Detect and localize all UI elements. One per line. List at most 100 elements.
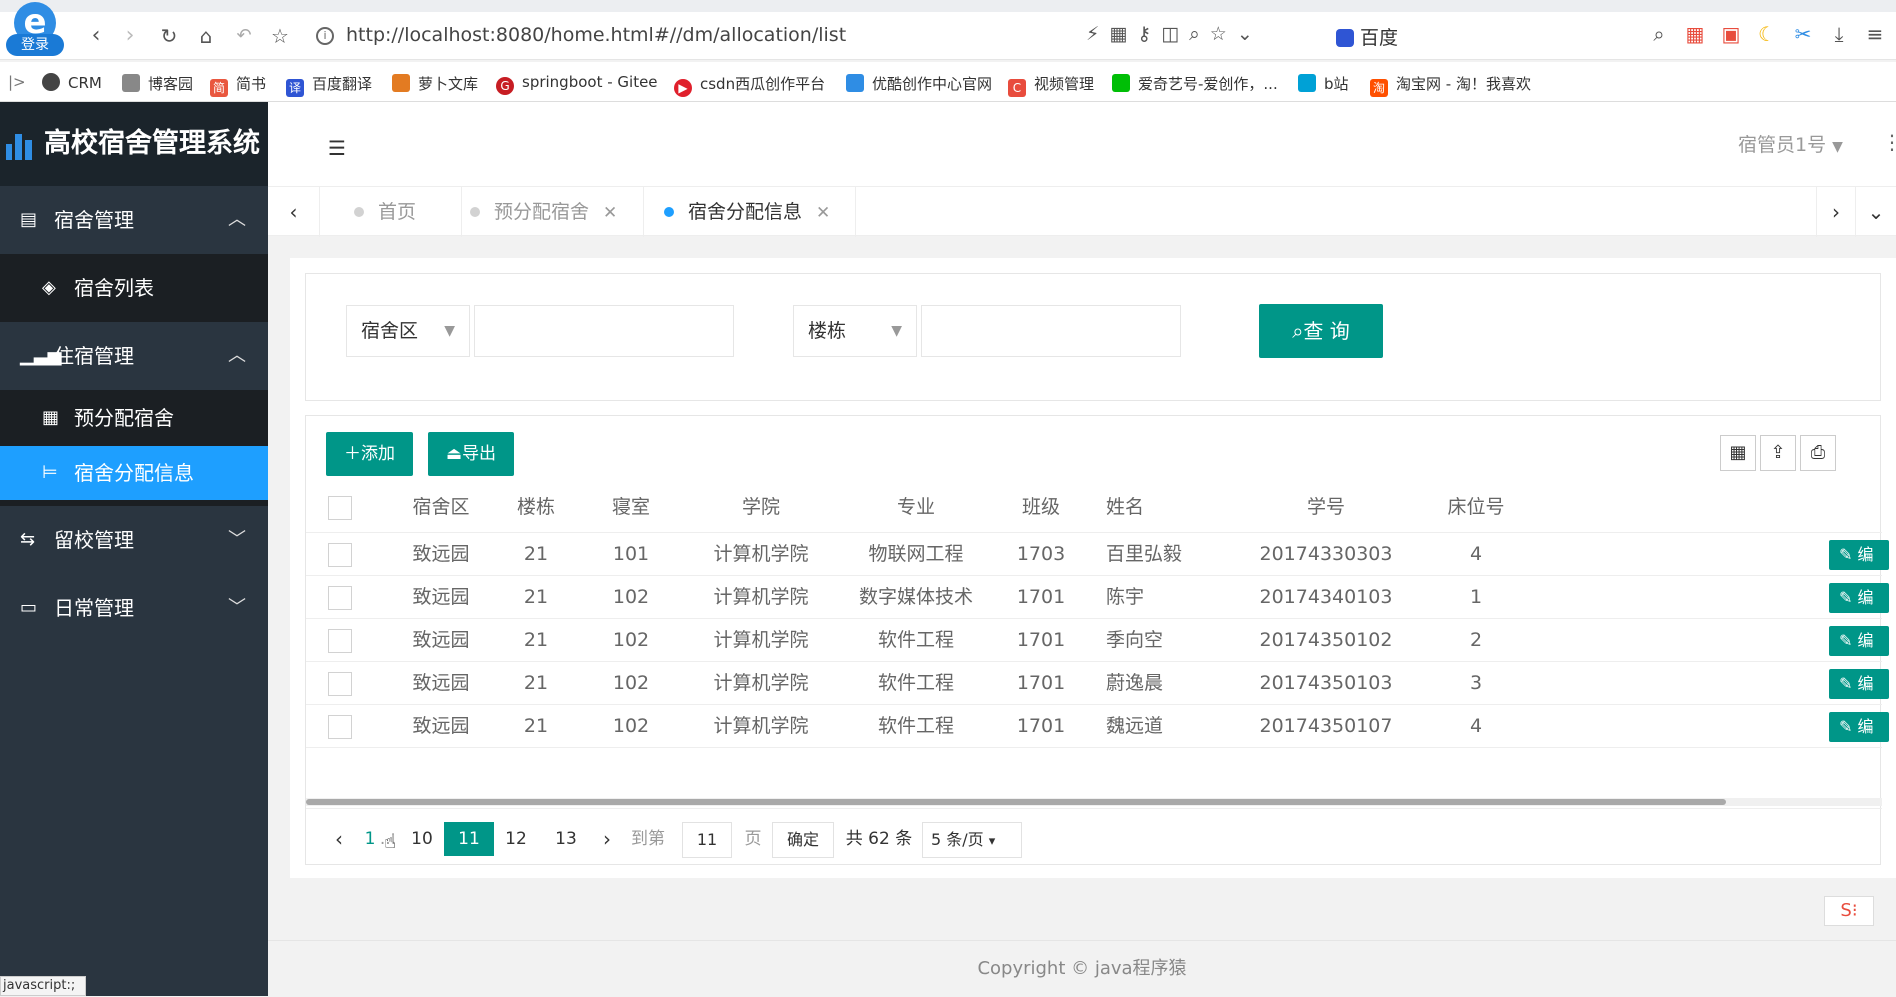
column-header[interactable]: 专业	[836, 481, 996, 533]
bookmark-luobo[interactable]: 萝卜文库	[392, 73, 478, 94]
goto-confirm-button[interactable]: 确定	[772, 822, 834, 858]
row-checkbox[interactable]	[328, 543, 352, 567]
bookmark-iqiyi[interactable]: 爱奇艺号-爱创作，...	[1112, 73, 1278, 94]
total-count: 共 62 条	[845, 829, 913, 849]
forward-icon[interactable]: ›	[116, 22, 144, 50]
back-icon[interactable]: ‹	[82, 22, 110, 50]
building-logo-icon	[6, 134, 32, 160]
menu-accommodation[interactable]: ▁▃▅ 住宿管理 ︿	[0, 322, 268, 390]
bookmark-jianshu[interactable]: 简简书	[210, 73, 266, 97]
info-icon[interactable]: i	[316, 27, 334, 45]
table-cell: 计算机学院	[713, 629, 809, 651]
edit-button[interactable]: ✎ 编	[1829, 583, 1889, 613]
horizontal-scrollbar[interactable]	[306, 798, 1882, 806]
gitee-icon: G	[496, 77, 514, 95]
page-number[interactable]: 12	[496, 822, 536, 856]
next-page-icon[interactable]: ›	[592, 822, 622, 856]
menu-toggle-icon[interactable]: ☰	[328, 136, 350, 160]
bookmark-taobao[interactable]: 淘淘宝网 - 淘！我喜欢	[1370, 73, 1531, 97]
row-checkbox[interactable]	[328, 629, 352, 653]
export-button[interactable]: ⏏导出	[428, 432, 515, 476]
print-icon[interactable]: ⎙	[1800, 435, 1836, 471]
apps-icon[interactable]: ▦	[1682, 22, 1708, 46]
pdf-icon[interactable]: ▣	[1718, 22, 1744, 46]
tab-home[interactable]: 首页	[354, 187, 462, 237]
menu-icon[interactable]: ≡	[1862, 22, 1888, 46]
row-checkbox[interactable]	[328, 672, 352, 696]
column-header[interactable]: 楼栋	[496, 481, 576, 533]
search-icon[interactable]: ⌕	[1646, 22, 1672, 46]
browser-extensions[interactable]: ⌕ ▦ ▣ ☾ ✂ ⤓ ≡	[1636, 22, 1888, 46]
column-header[interactable]: 床位号	[1416, 481, 1536, 533]
export-icon[interactable]: ⇪	[1760, 435, 1796, 471]
column-header[interactable]: 宿舍区	[386, 481, 496, 533]
download-icon[interactable]: ⤓	[1826, 22, 1852, 46]
browser-logo[interactable]: e 登录	[6, 2, 64, 56]
row-checkbox[interactable]	[328, 586, 352, 610]
column-header[interactable]: 学号	[1236, 481, 1416, 533]
building-select[interactable]: 楼栋 ▼	[793, 305, 917, 357]
page-number[interactable]: 13	[546, 822, 586, 856]
sidebar-item-pre-allocate[interactable]: ▦ 预分配宿舍	[0, 390, 268, 446]
query-button[interactable]: ⌕查 询	[1259, 304, 1383, 358]
refresh-icon[interactable]: ↻	[155, 22, 183, 50]
bookmark-youku[interactable]: 优酷创作中心官网	[846, 73, 992, 94]
tabs-dropdown-icon[interactable]: ⌄	[1856, 187, 1896, 237]
star-icon[interactable]: ☆	[266, 22, 294, 50]
bookmark-cnblogs[interactable]: 博客园	[122, 73, 193, 94]
prev-page-icon[interactable]: ‹	[324, 822, 354, 856]
column-header[interactable]: 学院	[686, 481, 836, 533]
address-bar[interactable]: i http://localhost:8080/home.html#//dm/a…	[316, 18, 1786, 54]
bookmark-csdn[interactable]: ▶ csdn西瓜创作平台	[674, 73, 825, 97]
close-icon[interactable]: ✕	[603, 203, 617, 223]
edit-button[interactable]: ✎ 编	[1829, 712, 1889, 742]
page-current[interactable]: 11	[444, 822, 494, 856]
more-vertical-icon[interactable]: ⋮	[1882, 130, 1896, 154]
user-menu[interactable]: 宿管员1号 ▼	[1738, 130, 1843, 157]
column-header[interactable]: 姓名	[1086, 481, 1206, 533]
undo-icon[interactable]: ↶	[230, 22, 258, 50]
bookmark-gitee[interactable]: Gspringboot - Gitee	[496, 73, 658, 95]
page-number[interactable]: 10	[402, 822, 442, 856]
address-bar-icons[interactable]: ⚡▦⚷◫⌕☆⌄	[1086, 23, 1263, 45]
edit-button[interactable]: ✎ 编	[1829, 540, 1889, 570]
bookmark-bilibili[interactable]: b站	[1298, 73, 1349, 94]
edit-button[interactable]: ✎ 编	[1829, 669, 1889, 699]
row-checkbox[interactable]	[328, 715, 352, 739]
building-input[interactable]	[921, 305, 1181, 357]
scroll-thumb[interactable]	[306, 799, 1726, 805]
table-cell: 21	[523, 543, 549, 565]
page-first[interactable]: 1	[362, 822, 378, 856]
sidebar-item-allocation-info[interactable]: ⊨ 宿舍分配信息	[0, 446, 268, 500]
home-icon[interactable]: ⌂	[192, 22, 220, 50]
column-header[interactable]: 寝室	[576, 481, 686, 533]
close-icon[interactable]: ✕	[816, 203, 830, 223]
scissors-icon[interactable]: ✂	[1790, 22, 1816, 46]
page-size-select[interactable]: 5 条/页 ▾	[922, 822, 1022, 858]
menu-dormitory[interactable]: ▤ 宿舍管理 ︿	[0, 186, 268, 254]
tabs-prev-icon[interactable]: ‹	[268, 187, 320, 237]
add-button[interactable]: ＋添加	[326, 432, 413, 476]
select-all-checkbox[interactable]	[328, 496, 352, 520]
tabs-next-icon[interactable]: ›	[1816, 187, 1856, 237]
bookmark-video[interactable]: C 视频管理	[1008, 73, 1094, 97]
bookmark-baidu-translate[interactable]: 译百度翻译	[286, 73, 372, 97]
edit-button[interactable]: ✎ 编	[1829, 626, 1889, 656]
column-header[interactable]: 班级	[996, 481, 1086, 533]
bookmark-crm[interactable]: CRM	[42, 73, 102, 92]
columns-icon[interactable]: ▦	[1720, 435, 1756, 471]
menu-stay-school[interactable]: ⇆ 留校管理 ﹀	[0, 506, 268, 574]
url-text[interactable]: http://localhost:8080/home.html#//dm/all…	[346, 24, 846, 46]
sidebar-item-dorm-list[interactable]: ◈ 宿舍列表	[0, 254, 268, 322]
menu-daily[interactable]: ▭ 日常管理 ﹀	[0, 574, 268, 642]
search-engine[interactable]: 百度	[1336, 23, 1398, 50]
sogou-ime-icon[interactable]: S⁝	[1824, 896, 1874, 926]
moon-icon[interactable]: ☾	[1754, 22, 1780, 46]
sidebar-toggle-icon[interactable]: |>	[8, 73, 26, 91]
goto-page-input[interactable]: 11	[682, 822, 732, 858]
tab-pre-allocate[interactable]: 预分配宿舍 ✕	[470, 187, 644, 237]
login-badge[interactable]: 登录	[6, 34, 64, 56]
area-select[interactable]: 宿舍区 ▼	[346, 305, 470, 357]
area-input[interactable]	[474, 305, 734, 357]
tab-allocation-info[interactable]: 宿舍分配信息 ✕	[664, 187, 856, 237]
